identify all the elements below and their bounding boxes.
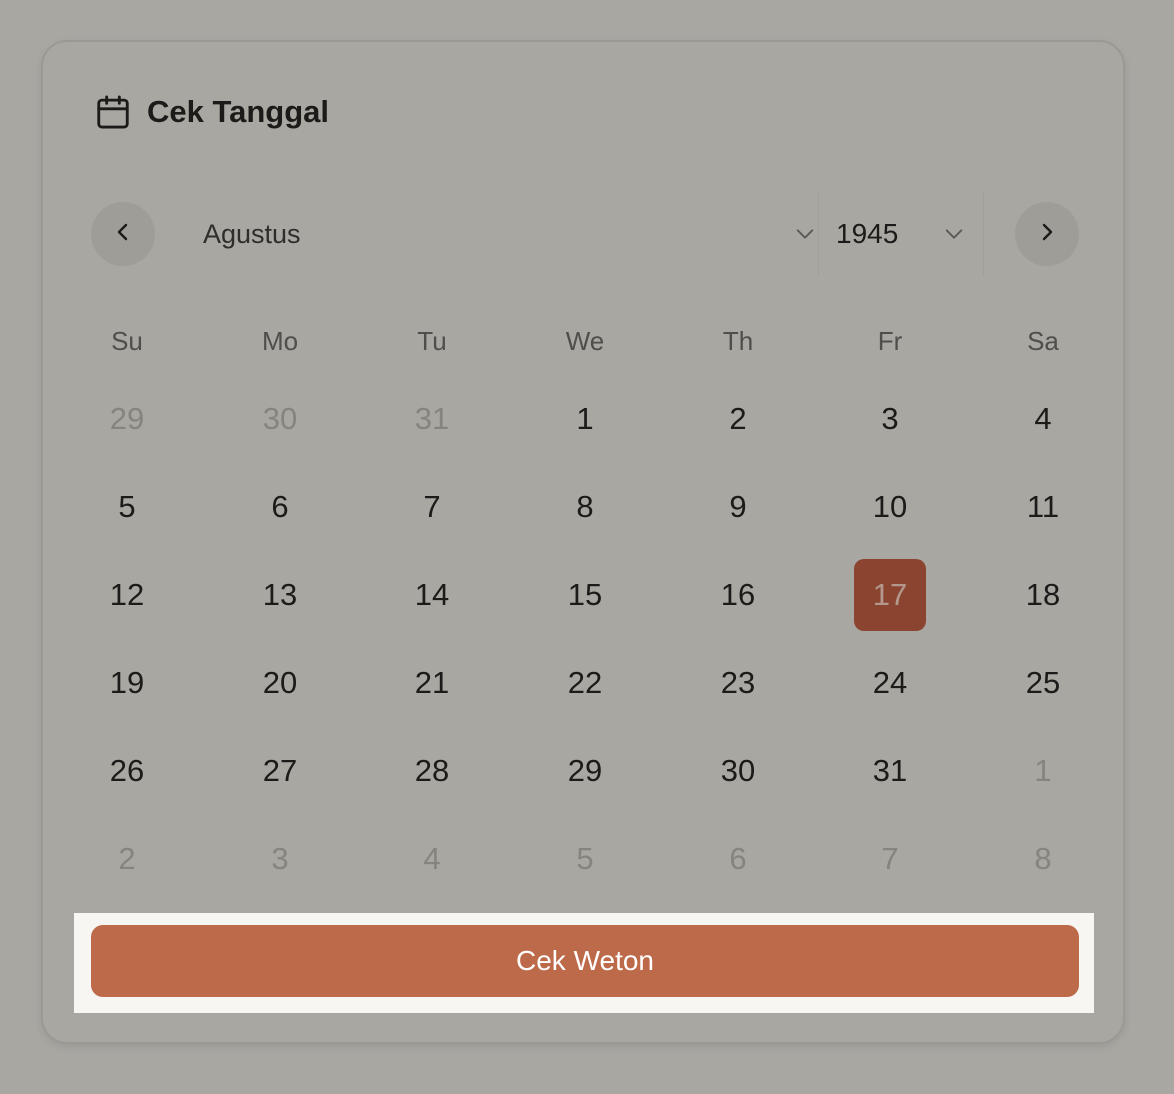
day-cell[interactable]: 29	[549, 735, 621, 807]
day-cell[interactable]: 8	[549, 471, 621, 543]
day-cell[interactable]: 7	[396, 471, 468, 543]
day-cell[interactable]: 15	[549, 559, 621, 631]
outside-day-cell[interactable]: 4	[396, 823, 468, 895]
day-cell[interactable]: 2	[702, 383, 774, 455]
outside-day-cell[interactable]: 3	[244, 823, 316, 895]
day-cell[interactable]: 16	[702, 559, 774, 631]
day-cell[interactable]: 23	[702, 647, 774, 719]
year-select-value: 1945	[836, 218, 899, 249]
card-header: Cek Tanggal	[93, 90, 329, 134]
next-month-button[interactable]	[1015, 202, 1079, 266]
day-cell[interactable]: 20	[244, 647, 316, 719]
outside-day-cell[interactable]: 31	[396, 383, 468, 455]
card-title: Cek Tanggal	[147, 94, 330, 129]
day-cell[interactable]: 18	[1007, 559, 1079, 631]
day-cell[interactable]: 10	[854, 471, 926, 543]
day-cell[interactable]: 6	[244, 471, 316, 543]
chevron-down-icon	[793, 222, 817, 246]
day-cell[interactable]: 31	[854, 735, 926, 807]
select-divider	[818, 192, 819, 276]
day-cell[interactable]: 3	[854, 383, 926, 455]
day-cell[interactable]: 11	[1007, 471, 1079, 543]
day-cell[interactable]: 21	[396, 647, 468, 719]
day-cell[interactable]: 22	[549, 647, 621, 719]
outside-day-cell[interactable]: 29	[91, 383, 163, 455]
outside-day-cell[interactable]: 6	[702, 823, 774, 895]
weekday-label: We	[565, 326, 605, 356]
month-select-value: Agustus	[203, 218, 301, 249]
outside-day-cell[interactable]: 8	[1007, 823, 1079, 895]
day-cell[interactable]: 13	[244, 559, 316, 631]
selected-day-cell[interactable]: 17	[854, 559, 926, 631]
calendar-icon	[93, 92, 133, 132]
chevron-down-icon	[942, 222, 966, 246]
day-cell[interactable]: 25	[1007, 647, 1079, 719]
action-highlight: Cek Weton	[74, 913, 1094, 1013]
day-cell[interactable]: 5	[91, 471, 163, 543]
date-picker-card: Cek Tanggal Agustus 1945 Su Mo Tu We Th …	[41, 40, 1125, 1044]
day-cell[interactable]: 27	[244, 735, 316, 807]
day-cell[interactable]: 4	[1007, 383, 1079, 455]
outside-day-cell[interactable]: 7	[854, 823, 926, 895]
year-select[interactable]: 1945	[836, 202, 966, 266]
weekday-label: Sa	[1027, 326, 1059, 356]
outside-day-cell[interactable]: 30	[244, 383, 316, 455]
weekday-label: Fr	[877, 326, 903, 356]
day-cell[interactable]: 9	[702, 471, 774, 543]
chevron-right-icon	[1035, 220, 1059, 249]
day-cell[interactable]: 14	[396, 559, 468, 631]
previous-month-button[interactable]	[91, 202, 155, 266]
day-cell[interactable]: 28	[396, 735, 468, 807]
outside-day-cell[interactable]: 2	[91, 823, 163, 895]
outside-day-cell[interactable]: 5	[549, 823, 621, 895]
weekday-label: Tu	[417, 326, 447, 356]
chevron-left-icon	[111, 220, 135, 249]
day-cell[interactable]: 12	[91, 559, 163, 631]
day-cell[interactable]: 24	[854, 647, 926, 719]
outside-day-cell[interactable]: 1	[1007, 735, 1079, 807]
day-cell[interactable]: 26	[91, 735, 163, 807]
weekday-label: Su	[111, 326, 143, 356]
month-select[interactable]: Agustus	[203, 202, 817, 266]
day-cell[interactable]: 19	[91, 647, 163, 719]
select-divider	[983, 192, 984, 276]
weekday-label: Mo	[261, 326, 299, 356]
day-cell[interactable]: 1	[549, 383, 621, 455]
weekday-label: Th	[722, 326, 754, 356]
cek-weton-button[interactable]: Cek Weton	[91, 925, 1079, 997]
day-cell[interactable]: 30	[702, 735, 774, 807]
